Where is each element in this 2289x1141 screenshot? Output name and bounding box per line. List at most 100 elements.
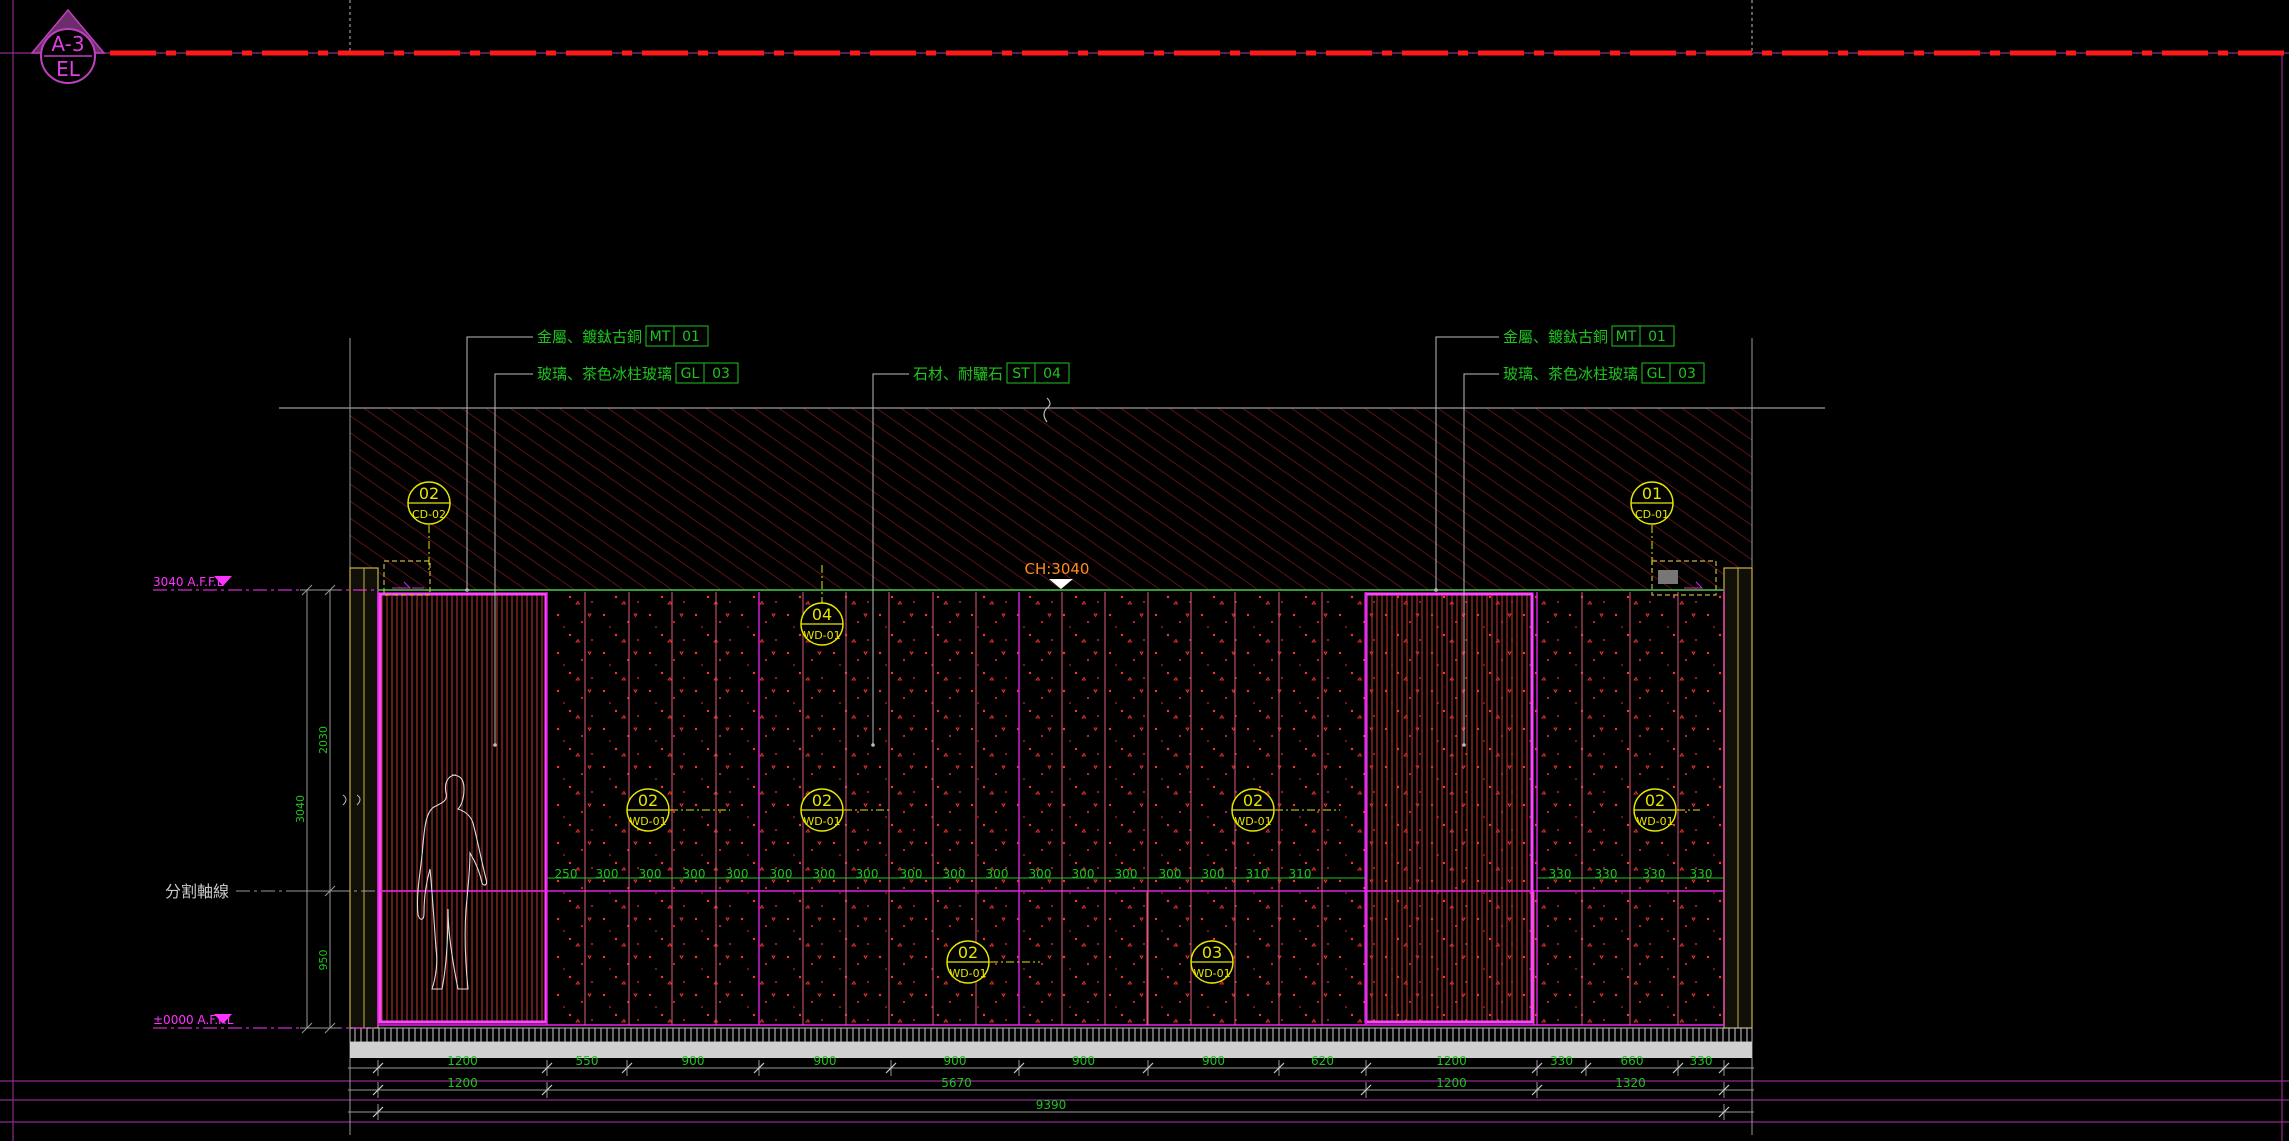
leader-dot xyxy=(465,588,469,592)
callout-number: 02 xyxy=(958,943,978,962)
callout-reference: WD-01 xyxy=(1193,967,1230,980)
sheet-tag: A-3 EL xyxy=(30,8,106,84)
callout-reference: WD-01 xyxy=(1234,815,1271,828)
panel-dim-text: 300 xyxy=(986,867,1009,881)
callout-number: 04 xyxy=(812,605,832,624)
ceiling-height-label: CH:3040 xyxy=(1025,560,1090,578)
dim-text: 550 xyxy=(576,1054,599,1068)
panel-dim-text: 300 xyxy=(1159,867,1182,881)
glass-door-left xyxy=(378,592,548,1024)
leader-dot xyxy=(871,743,875,747)
leader-dot xyxy=(1462,743,1466,747)
panel-dim-text: 330 xyxy=(1690,867,1713,881)
panel-dim-text: 300 xyxy=(1202,867,1225,881)
floor-slab xyxy=(350,1042,1752,1058)
callout-number: 02 xyxy=(638,791,658,810)
callout-reference: WD-01 xyxy=(803,815,840,828)
panel-dim-text: 330 xyxy=(1549,867,1572,881)
split-axis-marker: 分割軸線 xyxy=(165,882,378,901)
dim-lower: 950 xyxy=(317,950,330,971)
material-number: 04 xyxy=(1043,366,1061,382)
material-code: MT xyxy=(650,329,671,345)
material-code: MT xyxy=(1616,329,1637,345)
panel-dim-text: 300 xyxy=(726,867,749,881)
material-number: 03 xyxy=(1678,366,1696,382)
material-text: 金屬、鍍鈦古銅 xyxy=(1503,328,1608,346)
material-number: 03 xyxy=(712,366,730,382)
material-text: 石材、耐驪石 xyxy=(913,365,1003,383)
level-top-label: 3040 A.F.F.L xyxy=(153,575,224,589)
split-axis-label: 分割軸線 xyxy=(165,882,229,901)
dim-text: 900 xyxy=(1202,1054,1225,1068)
bottom-dimensions: 1200 550 900 900 900 900 900 620 1200 330 660 330 12… xyxy=(348,1054,1754,1120)
dim-text: 1320 xyxy=(1615,1076,1646,1090)
material-number: 01 xyxy=(1648,329,1666,345)
callout-reference: CD-02 xyxy=(412,508,446,521)
panel-dim-text: 300 xyxy=(770,867,793,881)
stone-wall-upper xyxy=(547,590,1724,890)
dim-text: 900 xyxy=(944,1054,967,1068)
panel-dim-text: 300 xyxy=(596,867,619,881)
callout-reference: WD-01 xyxy=(949,967,986,980)
panel-dim-text: 300 xyxy=(1115,867,1138,881)
dim-text: 9390 xyxy=(1036,1098,1067,1112)
dim-text: 900 xyxy=(682,1054,705,1068)
panel-dim-text: 300 xyxy=(1029,867,1052,881)
dim-text: 1200 xyxy=(1436,1054,1467,1068)
material-text: 玻璃、茶色冰柱玻璃 xyxy=(1503,365,1638,383)
panel-dim-text: 300 xyxy=(1072,867,1095,881)
leader-dot xyxy=(493,743,497,747)
dim-text: 1200 xyxy=(447,1076,478,1090)
panel-dim-text: 300 xyxy=(683,867,706,881)
dim-text: 660 xyxy=(1621,1054,1644,1068)
callout-number: 02 xyxy=(419,484,439,503)
level-marker-bottom: ±0000 A.F.F.L xyxy=(153,1013,378,1029)
callout-reference: WD-01 xyxy=(803,629,840,642)
elevation-drawing: A-3 EL 250 300 300 300 300 300 300 300 300 300 300… xyxy=(0,0,2289,1141)
dim-text: 1200 xyxy=(1436,1076,1467,1090)
dim-text: 900 xyxy=(1072,1054,1095,1068)
callout-number: 02 xyxy=(1243,791,1263,810)
grid-lines-top xyxy=(349,0,1753,55)
callout-reference: WD-01 xyxy=(629,815,666,828)
material-code: ST xyxy=(1012,366,1030,382)
callout-number: 02 xyxy=(1645,791,1665,810)
sheet-type: EL xyxy=(56,57,81,81)
right-wall-return xyxy=(1723,567,1753,1029)
callout-number: 01 xyxy=(1642,484,1662,503)
level-marker-top: 3040 A.F.F.L xyxy=(153,575,378,591)
dim-text: 330 xyxy=(1550,1054,1573,1068)
dim-total: 3040 xyxy=(294,795,307,823)
dim-upper: 2030 xyxy=(317,726,330,754)
panel-dim-text: 300 xyxy=(943,867,966,881)
baseboard xyxy=(349,1027,1753,1043)
panel-dim-text: 300 xyxy=(813,867,836,881)
panel-dim-text: 330 xyxy=(1643,867,1666,881)
left-wall-return xyxy=(342,567,379,1029)
leader-dot xyxy=(1434,588,1438,592)
dim-text: 1200 xyxy=(447,1054,478,1068)
callout-reference: CD-01 xyxy=(1635,508,1669,521)
panel-dim-text: 330 xyxy=(1595,867,1618,881)
stone-wall-lower xyxy=(547,892,1724,1025)
dim-text: 5670 xyxy=(941,1076,972,1090)
glass-door-right xyxy=(1364,592,1534,1024)
callout-number: 03 xyxy=(1202,943,1222,962)
dim-text: 330 xyxy=(1690,1054,1713,1068)
callout-reference: WD-01 xyxy=(1636,815,1673,828)
panel-dim-text: 310 xyxy=(1289,867,1312,881)
panel-dim-text: 300 xyxy=(900,867,923,881)
material-code: GL xyxy=(681,366,700,382)
callout-number: 02 xyxy=(812,791,832,810)
panel-dim-text: 250 xyxy=(555,867,578,881)
sheet-number: A-3 xyxy=(51,32,84,56)
material-code: GL xyxy=(1647,366,1666,382)
panel-dim-text: 300 xyxy=(856,867,879,881)
material-text: 金屬、鍍鈦古銅 xyxy=(537,328,642,346)
dim-text: 900 xyxy=(814,1054,837,1068)
material-text: 玻璃、茶色冰柱玻璃 xyxy=(537,365,672,383)
material-number: 01 xyxy=(682,329,700,345)
dim-text: 620 xyxy=(1311,1054,1334,1068)
panel-dim-text: 310 xyxy=(1246,867,1269,881)
panel-dim-text: 300 xyxy=(639,867,662,881)
